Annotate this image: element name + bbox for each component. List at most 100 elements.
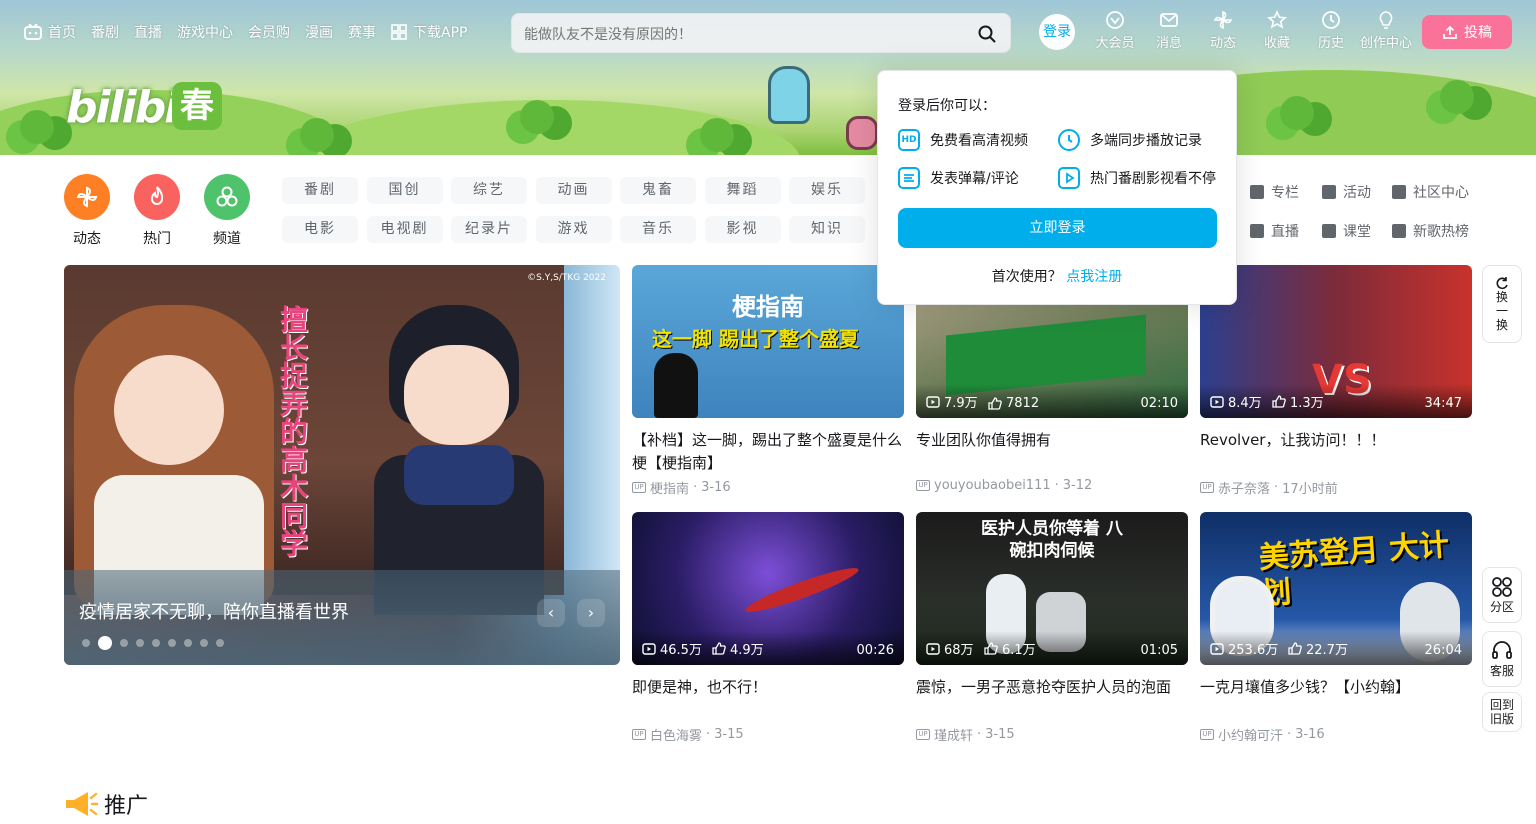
link-column-label: 专栏 bbox=[1271, 185, 1299, 201]
video-title[interactable]: 震惊，一男子恶意抢夺医护人员的泡面 bbox=[916, 676, 1188, 722]
link-community[interactable]: 社区中心 bbox=[1392, 182, 1482, 202]
header-favorites[interactable]: 收藏 bbox=[1250, 10, 1304, 51]
carousel-prev-button[interactable]: ‹ bbox=[537, 599, 565, 627]
video-card[interactable]: 美苏登月 大计划 253.6万 22.7万 26:04 一克月壤值多少钱？【小约… bbox=[1200, 512, 1472, 744]
carousel-dot[interactable] bbox=[82, 639, 90, 647]
video-meta: UP youyoubaobei111 · 3-12 bbox=[916, 478, 1188, 493]
nav-home[interactable]: 首页 bbox=[24, 22, 76, 42]
video-author[interactable]: 小约翰可汗 bbox=[1218, 725, 1283, 744]
play-icon bbox=[1058, 167, 1080, 189]
carousel-character-boy bbox=[374, 305, 544, 615]
carousel-dot[interactable] bbox=[216, 639, 224, 647]
search-icon[interactable] bbox=[978, 25, 996, 43]
tag-item[interactable]: 番剧 bbox=[282, 177, 358, 204]
link-activity[interactable]: 活动 bbox=[1322, 182, 1392, 202]
header-creator-label: 创作中心 bbox=[1359, 36, 1412, 51]
carousel-dot[interactable] bbox=[152, 639, 160, 647]
carousel-dot[interactable] bbox=[184, 639, 192, 647]
carousel-dot[interactable] bbox=[136, 639, 144, 647]
hero-carousel[interactable]: 擅长捉弄的高木同学 ©S.Y,S/TKG 2022 疫情居家不无聊，陪你直播看世… bbox=[64, 265, 620, 665]
header-creator-center[interactable]: 创作中心 bbox=[1358, 10, 1414, 51]
nav-vip-shop[interactable]: 会员购 bbox=[248, 22, 290, 42]
refresh-button[interactable]: 换一换 bbox=[1482, 265, 1522, 343]
video-author[interactable]: 梗指南 bbox=[650, 478, 689, 497]
video-date: 3-15 bbox=[714, 727, 744, 742]
tag-item[interactable]: 舞蹈 bbox=[704, 177, 781, 204]
video-thumbnail[interactable]: 美苏登月 大计划 253.6万 22.7万 26:04 bbox=[1200, 512, 1472, 665]
video-thumbnail[interactable]: VS 8.4万 1.3万 34:47 bbox=[1200, 265, 1472, 418]
zones-button[interactable]: 分区 bbox=[1482, 567, 1522, 623]
video-date: 3-15 bbox=[985, 727, 1015, 742]
video-thumbnail[interactable]: 梗指南 这一脚 踢出了整个盛夏 bbox=[632, 265, 904, 418]
video-title[interactable]: 【补档】这一脚，踢出了整个盛夏是什么梗【梗指南】 bbox=[632, 429, 904, 475]
video-meta: UP 梗指南 · 3-16 bbox=[632, 478, 904, 497]
nav-live[interactable]: 直播 bbox=[134, 22, 162, 42]
channel-hot[interactable]: 热门 bbox=[134, 174, 180, 248]
carousel-title[interactable]: 疫情居家不无聊，陪你直播看世界 bbox=[79, 598, 349, 624]
tag-item[interactable]: 电影 bbox=[282, 216, 358, 243]
carousel-dot[interactable] bbox=[200, 639, 208, 647]
header-messages[interactable]: 消息 bbox=[1142, 10, 1196, 51]
customer-service-button[interactable]: 客服 bbox=[1482, 631, 1522, 687]
video-card[interactable]: 46.5万 4.9万 00:26 即便是神，也不行！ UP 白色海雾 · 3-15 bbox=[632, 512, 904, 744]
login-avatar-button[interactable]: 登录 bbox=[1039, 14, 1075, 50]
nav-manga[interactable]: 漫画 bbox=[305, 22, 333, 42]
video-title[interactable]: 一克月壤值多少钱？【小约翰】 bbox=[1200, 676, 1472, 722]
tag-item[interactable]: 知识 bbox=[789, 216, 865, 243]
tag-item[interactable]: 综艺 bbox=[451, 177, 527, 204]
tag-item[interactable]: 国创 bbox=[366, 177, 443, 204]
login-now-button[interactable]: 立即登录 bbox=[898, 208, 1217, 248]
nav-game-center[interactable]: 游戏中心 bbox=[177, 22, 233, 42]
video-date: 3-16 bbox=[701, 480, 731, 495]
tag-item[interactable]: 动画 bbox=[535, 177, 612, 204]
video-card[interactable]: VS 8.4万 1.3万 34:47 Revolver，让我访问！！！ UP 赤子… bbox=[1200, 265, 1472, 497]
tag-item[interactable]: 影视 bbox=[704, 216, 781, 243]
video-author[interactable]: 赤子奈落 bbox=[1218, 478, 1270, 497]
header-vip[interactable]: 大会员 bbox=[1088, 10, 1142, 51]
register-link[interactable]: 点我注册 bbox=[1066, 269, 1122, 285]
up-icon: UP bbox=[916, 480, 930, 491]
video-views: 253.6万 bbox=[1210, 639, 1278, 658]
video-author[interactable]: 白色海雾 bbox=[650, 725, 702, 744]
carousel-character-girl bbox=[74, 305, 274, 615]
tag-item[interactable]: 鬼畜 bbox=[620, 177, 696, 204]
carousel-dot[interactable] bbox=[120, 639, 128, 647]
tag-item[interactable]: 电视剧 bbox=[366, 216, 443, 243]
up-icon: UP bbox=[632, 482, 646, 493]
video-thumbnail[interactable]: 医护人员你等着 八碗扣肉伺候 68万 6.1万 01:05 bbox=[916, 512, 1188, 665]
tag-item[interactable]: 纪录片 bbox=[451, 216, 527, 243]
video-title[interactable]: 即便是神，也不行！ bbox=[632, 676, 904, 722]
feature-danmaku: 发表弹幕/评论 bbox=[898, 167, 1058, 189]
link-classroom[interactable]: 课堂 bbox=[1322, 221, 1392, 241]
qr-icon bbox=[391, 24, 407, 40]
link-hot-songs[interactable]: 新歌热榜 bbox=[1392, 221, 1482, 241]
video-thumbnail[interactable]: 46.5万 4.9万 00:26 bbox=[632, 512, 904, 665]
video-title[interactable]: 专业团队你值得拥有 bbox=[916, 429, 1188, 475]
video-card[interactable]: 医护人员你等着 八碗扣肉伺候 68万 6.1万 01:05 震惊，一男子恶意抢夺… bbox=[916, 512, 1188, 744]
channel-dynamic[interactable]: 动态 bbox=[64, 174, 110, 248]
carousel-dot-active[interactable] bbox=[98, 636, 112, 650]
tag-item[interactable]: 音乐 bbox=[620, 216, 696, 243]
carousel-next-button[interactable]: › bbox=[577, 599, 605, 627]
search-input[interactable] bbox=[524, 22, 964, 46]
video-date: 3-16 bbox=[1295, 727, 1325, 742]
nav-match[interactable]: 赛事 bbox=[348, 22, 376, 42]
carousel-dot[interactable] bbox=[168, 639, 176, 647]
nav-bangumi[interactable]: 番剧 bbox=[91, 22, 119, 42]
header-history[interactable]: 历史 bbox=[1304, 10, 1358, 51]
link-live[interactable]: 直播 bbox=[1250, 221, 1322, 241]
old-version-button[interactable]: 回到旧版 bbox=[1482, 692, 1522, 732]
video-card[interactable]: 梗指南 这一脚 踢出了整个盛夏 【补档】这一脚，踢出了整个盛夏是什么梗【梗指南】… bbox=[632, 265, 904, 497]
mascot-image-2 bbox=[846, 116, 878, 150]
upload-button[interactable]: 投稿 bbox=[1422, 15, 1512, 49]
tag-item[interactable]: 游戏 bbox=[535, 216, 612, 243]
video-likes: 22.7万 bbox=[1288, 639, 1348, 658]
header-dynamic[interactable]: 动态 bbox=[1196, 10, 1250, 51]
channel-channels[interactable]: 频道 bbox=[204, 174, 250, 248]
video-author[interactable]: 瑾成轩 bbox=[934, 725, 973, 744]
video-title[interactable]: Revolver，让我访问！！！ bbox=[1200, 429, 1472, 475]
video-author[interactable]: youyoubaobei111 bbox=[934, 478, 1051, 493]
tag-item[interactable]: 娱乐 bbox=[789, 177, 865, 204]
link-column[interactable]: 专栏 bbox=[1250, 182, 1322, 202]
nav-download-app[interactable]: 下载APP bbox=[391, 22, 467, 42]
